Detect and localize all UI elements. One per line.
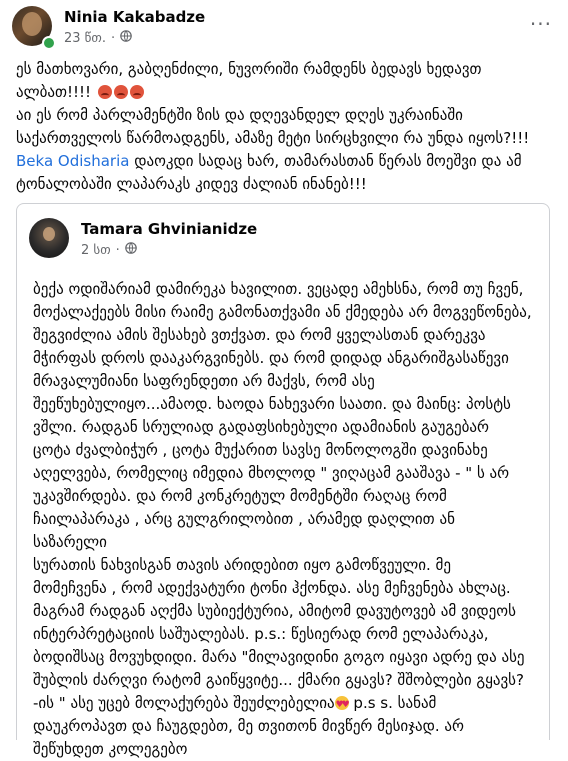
globe-icon — [124, 242, 137, 258]
angry-emoji-icon — [129, 85, 144, 99]
online-status-dot — [42, 36, 56, 50]
post-line: ალბათ!!!! — [16, 81, 552, 104]
facebook-post: Ninia Kakabadze 23 წთ. · ··· ეს მათხოვარ… — [0, 0, 568, 758]
more-options-button[interactable]: ··· — [530, 12, 552, 36]
shared-line: შეგვიძლია ამის შესახებ ვთქვათ. და რომ ყვ… — [33, 326, 486, 344]
heart-eyes-emoji-icon — [334, 694, 350, 717]
post-time[interactable]: 23 წთ. — [64, 31, 106, 46]
shared-line: ბოდიშსაც მოვუხდიდი. მარა "მილავიდინი გოგ… — [33, 648, 525, 666]
post-line: ტონალობაში ლაპარაკს კიდევ ძალიან ინანებ!… — [16, 175, 367, 193]
post-header: Ninia Kakabadze 23 წთ. · ··· — [12, 6, 558, 50]
author-name[interactable]: Ninia Kakabadze — [64, 8, 205, 26]
post-body: ეს მათხოვარი, გაბღენძილი, ნუვორიში რამდე… — [16, 58, 552, 196]
post-line: Beka Odisharia დაოკდი სადაც ხარ, თამარას… — [16, 152, 522, 170]
shared-line: შეწუხდეთ კოლეგებო — [33, 740, 188, 758]
post-meta: 23 წთ. · — [64, 30, 132, 46]
post-line: საქართველოს წარმოადგენს, ამაზე მეტი სირც… — [16, 129, 530, 147]
shared-line: მრავალუმიანი საფრენდეთი არ მაქვს, რომ ას… — [33, 372, 375, 390]
shared-author-avatar[interactable] — [29, 218, 69, 258]
shared-line: მოქალაქეებს მისი რაიმე გამონათქვამი ან ქ… — [33, 303, 532, 321]
meta-separator: · — [110, 30, 116, 46]
shared-post-time[interactable]: 2 სთ — [81, 243, 111, 258]
shared-line: უკავშირდება. და რომ კონკრეტულ მომენტში რ… — [33, 487, 447, 505]
shared-post-header: Tamara Ghvinianidze 2 სთ · — [29, 218, 529, 262]
shared-post-body: ბექა ოდიშარიამ დამირეკა ხავილით. ვეცადე … — [33, 278, 533, 761]
post-line: აი ეს რომ პარლამენტში ზის და დღევანდელ დ… — [16, 106, 463, 124]
shared-line: შუბლის ძარღვი რატომ გაიწყვიტე... ქმარი გ… — [33, 671, 524, 689]
shared-line: შეეწუხებულიყო...ამაოდ. ხაოდა ნახევარი სა… — [33, 395, 511, 413]
angry-emoji-icon — [113, 85, 128, 99]
shared-line: ინტერპრეტაციის საშუალებას. p.s.: წესიერა… — [33, 625, 489, 643]
angry-emoji-icon — [97, 85, 112, 99]
shared-line: მომეჩვენა , რომ ადექვატური ტონი ჰქონდა. … — [33, 579, 511, 597]
shared-line: მაგრამ რადგან აღქმა სუბიექტურია, ამიტომ … — [33, 602, 516, 620]
shared-line: დაუკროპავთ და ჩაუგდებთ, მე თვითონ მივწერ… — [33, 717, 464, 735]
shared-line: აღელვება, რომელიც იმედია მხოლოდ " ვიღაცა… — [33, 464, 510, 482]
post-line: ეს მათხოვარი, გაბღენძილი, ნუვორიში რამდე… — [16, 60, 482, 78]
shared-line: ბექა ოდიშარიამ დამირეკა ხავილით. ვეცადე … — [33, 280, 524, 298]
meta-separator: · — [115, 242, 120, 258]
shared-post-meta: 2 სთ · — [81, 242, 137, 258]
shared-line: -ის " ასე უცებ მოლაქურება შეუძლებელია p.… — [33, 692, 533, 717]
mention-link[interactable]: Beka Odisharia — [16, 152, 129, 170]
shared-author-name[interactable]: Tamara Ghvinianidze — [81, 220, 257, 238]
shared-post-card[interactable]: Tamara Ghvinianidze 2 სთ · ბექა ოდიშარია… — [16, 203, 550, 758]
shared-line: ცოტა ძვალბიჭურ , ცოტა მუქარით სავსე მონო… — [33, 441, 488, 459]
shared-line: ვშლი. რადგან სრულიად გადაფსიხებული ადამი… — [33, 418, 489, 436]
shared-line: სურათის ნახვისგან თავის არიდებით იყო გამ… — [33, 556, 452, 574]
shared-line: ჩაილაპარაკა , არც გულგრილობით , არამედ დ… — [33, 510, 455, 551]
globe-icon — [120, 30, 132, 46]
shared-line: მჭირფას დროს დააკარგვინებს. და რომ დიდად… — [33, 349, 509, 367]
